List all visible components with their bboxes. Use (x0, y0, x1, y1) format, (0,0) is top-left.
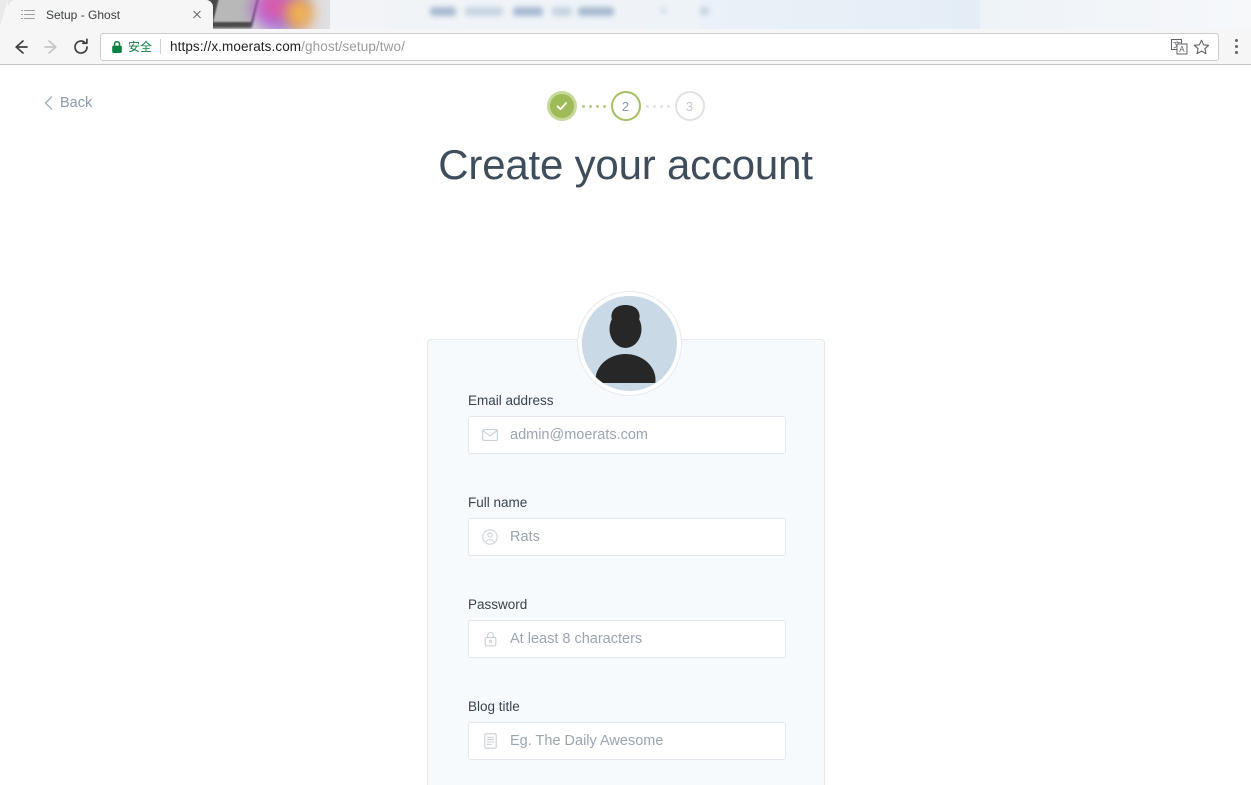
page-title: Create your account (438, 141, 813, 188)
field-blogtitle: Blog title (468, 699, 786, 760)
background-window-blur-1 (430, 7, 456, 16)
password-input-wrap[interactable] (468, 620, 786, 658)
background-window-blur-2 (465, 7, 503, 16)
forward-button[interactable] (36, 32, 66, 62)
step-indicator-3: 3 (674, 91, 705, 121)
page-content: Back 2 3 Create your account Email addre… (0, 65, 1251, 785)
kebab-menu-icon (1234, 38, 1238, 55)
email-input[interactable] (510, 417, 785, 453)
reload-icon (74, 37, 88, 54)
browser-tab[interactable]: Setup - Ghost (0, 0, 213, 29)
tab-strip: Setup - Ghost (0, 0, 1251, 29)
bookmark-star-icon[interactable] (1190, 36, 1212, 58)
translate-icon[interactable]: 文 A (1168, 36, 1190, 58)
close-icon[interactable] (188, 6, 206, 24)
user-avatar-placeholder-icon (582, 296, 669, 391)
field-fullname: Full name (468, 495, 786, 556)
chrome-menu-button[interactable] (1223, 32, 1249, 62)
forward-arrow-icon (44, 39, 57, 54)
lock-icon (111, 40, 123, 54)
field-label-fullname: Full name (468, 495, 528, 510)
field-label-password: Password (468, 597, 528, 612)
step-connector-1 (577, 104, 611, 108)
url-domain: https://x.moerats.com (170, 39, 302, 54)
desktop-blur-shape-2 (213, 0, 257, 22)
url-text: https://x.moerats.com/ghost/setup/two/ (170, 39, 405, 54)
lock-icon (481, 630, 499, 648)
background-window-blur-5 (578, 7, 614, 16)
field-label-email: Email address (468, 393, 554, 408)
email-input-wrap[interactable] (468, 416, 786, 454)
step-indicator-2: 2 (610, 91, 641, 121)
check-icon (556, 102, 567, 111)
step-indicator-1 (546, 91, 577, 121)
fullname-input[interactable] (510, 519, 785, 555)
signup-form-card: Email address Full name (427, 339, 825, 785)
back-button[interactable] (6, 32, 36, 62)
svg-text:A: A (1179, 45, 1185, 54)
password-input[interactable] (510, 621, 785, 657)
security-status-text: 安全 (128, 40, 153, 54)
background-window-blur-4 (552, 7, 572, 16)
back-arrow-icon (15, 39, 28, 54)
blogtitle-input-wrap[interactable] (468, 722, 786, 760)
background-window-blur-3 (513, 7, 543, 16)
user-circle-icon (481, 528, 499, 546)
fullname-input-wrap[interactable] (468, 518, 786, 556)
envelope-icon (481, 426, 499, 444)
field-email: Email address (468, 393, 786, 454)
field-label-blogtitle: Blog title (468, 699, 520, 714)
browser-window: Setup - Ghost 安全 https://x.moerats.com/g… (0, 0, 1251, 785)
reload-button[interactable] (66, 32, 96, 62)
background-window-blur-7 (700, 7, 709, 15)
tab-title: Setup - Ghost (46, 7, 121, 22)
field-password: Password (468, 597, 786, 658)
avatar (578, 292, 681, 395)
document-icon (481, 732, 499, 750)
url-path: /ghost/setup/two/ (301, 39, 405, 54)
step-connector-2 (641, 104, 675, 108)
address-bar[interactable]: 安全 https://x.moerats.com/ghost/setup/two… (100, 32, 1219, 61)
blogtitle-input[interactable] (510, 723, 785, 759)
omnibox-separator (160, 39, 162, 54)
browser-toolbar: 安全 https://x.moerats.com/ghost/setup/two… (0, 29, 1251, 65)
hamburger-favicon (21, 7, 38, 23)
desktop-wallpaper-blur-2 (284, 0, 314, 29)
setup-progress-steps: 2 3 (0, 91, 1251, 121)
background-window-blur-6 (660, 7, 667, 14)
